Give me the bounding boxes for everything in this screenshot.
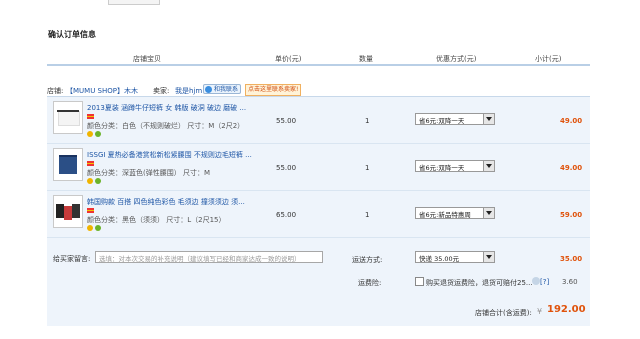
header-divider [47, 64, 590, 66]
order-item: 韩国购款 百搭 四色纯色彩色 毛须边 撞须须边 须... 颜色分类：黑色（须须）… [47, 191, 590, 238]
shipping-select[interactable]: 快递 35.00元 [415, 251, 495, 263]
insurance-label: 运费险: [358, 279, 382, 287]
guarantee-icon [87, 178, 93, 184]
section-title: 确认订单信息 [48, 30, 96, 39]
guarantee-icon [87, 131, 93, 137]
unit-price: 65.00 [276, 211, 297, 219]
wangwang-icon [205, 86, 212, 93]
message-input[interactable]: 选填：对本次交易的补充说明（建议填写已经和商家达成一致的说明） [95, 251, 323, 263]
service-badges [87, 131, 103, 139]
quantity: 1 [365, 211, 370, 219]
insurance-amount: 3.60 [562, 278, 578, 286]
insurance-checkbox[interactable] [415, 277, 424, 286]
flag-icon [87, 161, 94, 166]
service-badges [87, 225, 103, 233]
return-icon [95, 131, 101, 137]
wangwang-button[interactable]: 和我联系 [203, 84, 241, 94]
product-attrs: 颜色分类：白色（不规则破烂） 尺寸：M（2尺2） [87, 122, 245, 130]
insurance-text: 购买退货运费险，退货可赔付25... [426, 279, 533, 287]
chevron-down-icon [483, 208, 494, 218]
flag-icon [87, 114, 94, 119]
shop-row: 店铺: 【MUMU SHOP】木木 卖家: 我是hjm 和我联系 点击这里联系卖… [47, 84, 590, 96]
top-button[interactable] [108, 0, 160, 5]
seller-label: 卖家: [153, 87, 170, 95]
total-amount: 192.00 [547, 304, 586, 315]
product-name-link[interactable]: ISSGI 夏热必备港赏松新松紧腰围 不规则边毛短裤 ... [87, 150, 252, 160]
product-thumbnail[interactable] [53, 101, 83, 134]
unit-price: 55.00 [276, 117, 297, 125]
guarantee-icon [87, 225, 93, 231]
header-discount: 优惠方式(元) [436, 55, 477, 63]
discount-select[interactable]: 省6元:新品特惠周 [415, 207, 495, 219]
product-attrs: 颜色分类：深蓝色(弹性腰围） 尺寸：M [87, 169, 210, 177]
header-quantity: 数量 [359, 55, 373, 63]
discount-select[interactable]: 省6元:双降一天 [415, 160, 495, 172]
chevron-down-icon [483, 114, 494, 124]
flag-icon [87, 208, 94, 213]
shop-label: 店铺: [47, 87, 64, 95]
chevron-down-icon [483, 252, 494, 262]
contact-seller-button[interactable]: 点击这里联系卖家! [245, 84, 302, 96]
return-icon [95, 178, 101, 184]
product-name-link[interactable]: 2013夏装 涵蹲牛仔短裤 女 韩版 破洞 破边 磨破 ... [87, 103, 246, 113]
quantity: 1 [365, 117, 370, 125]
quantity: 1 [365, 164, 370, 172]
chevron-down-icon [483, 161, 494, 171]
header-product: 店铺宝贝 [133, 55, 161, 63]
total-currency: ¥ [537, 307, 543, 316]
item-subtotal: 49.00 [560, 117, 583, 125]
product-thumbnail[interactable] [53, 195, 83, 228]
unit-price: 55.00 [276, 164, 297, 172]
total-label: 店铺合计(含运费): [475, 309, 532, 317]
header-subtotal: 小计(元) [535, 55, 562, 63]
shop-name-link[interactable]: 【MUMU SHOP】木木 [66, 86, 138, 96]
order-item: ISSGI 夏热必备港赏松新松紧腰围 不规则边毛短裤 ... 颜色分类：深蓝色(… [47, 144, 590, 191]
order-box: 2013夏装 涵蹲牛仔短裤 女 韩版 破洞 破边 磨破 ... 颜色分类：白色（… [47, 96, 590, 326]
product-thumbnail[interactable] [53, 148, 83, 181]
service-badges [87, 178, 103, 186]
header-unit-price: 单价(元) [275, 55, 302, 63]
discount-select[interactable]: 省6元:双降一天 [415, 113, 495, 125]
item-subtotal: 59.00 [560, 211, 583, 219]
insurance-help-link[interactable]: [?] [540, 278, 549, 286]
message-label: 给买家留言: [53, 255, 91, 263]
seller-name-link[interactable]: 我是hjm [175, 86, 202, 96]
return-icon [95, 225, 101, 231]
item-subtotal: 49.00 [560, 164, 583, 172]
shipping-amount: 35.00 [560, 255, 583, 263]
product-name-link[interactable]: 韩国购款 百搭 四色纯色彩色 毛须边 撞须须边 须... [87, 197, 245, 207]
insurance-info-icon [532, 277, 540, 285]
order-item: 2013夏装 涵蹲牛仔短裤 女 韩版 破洞 破边 磨破 ... 颜色分类：白色（… [47, 97, 590, 144]
product-attrs: 颜色分类：黑色（须须） 尺寸：L（2尺15） [87, 216, 226, 224]
shipping-label: 运送方式: [352, 256, 383, 264]
